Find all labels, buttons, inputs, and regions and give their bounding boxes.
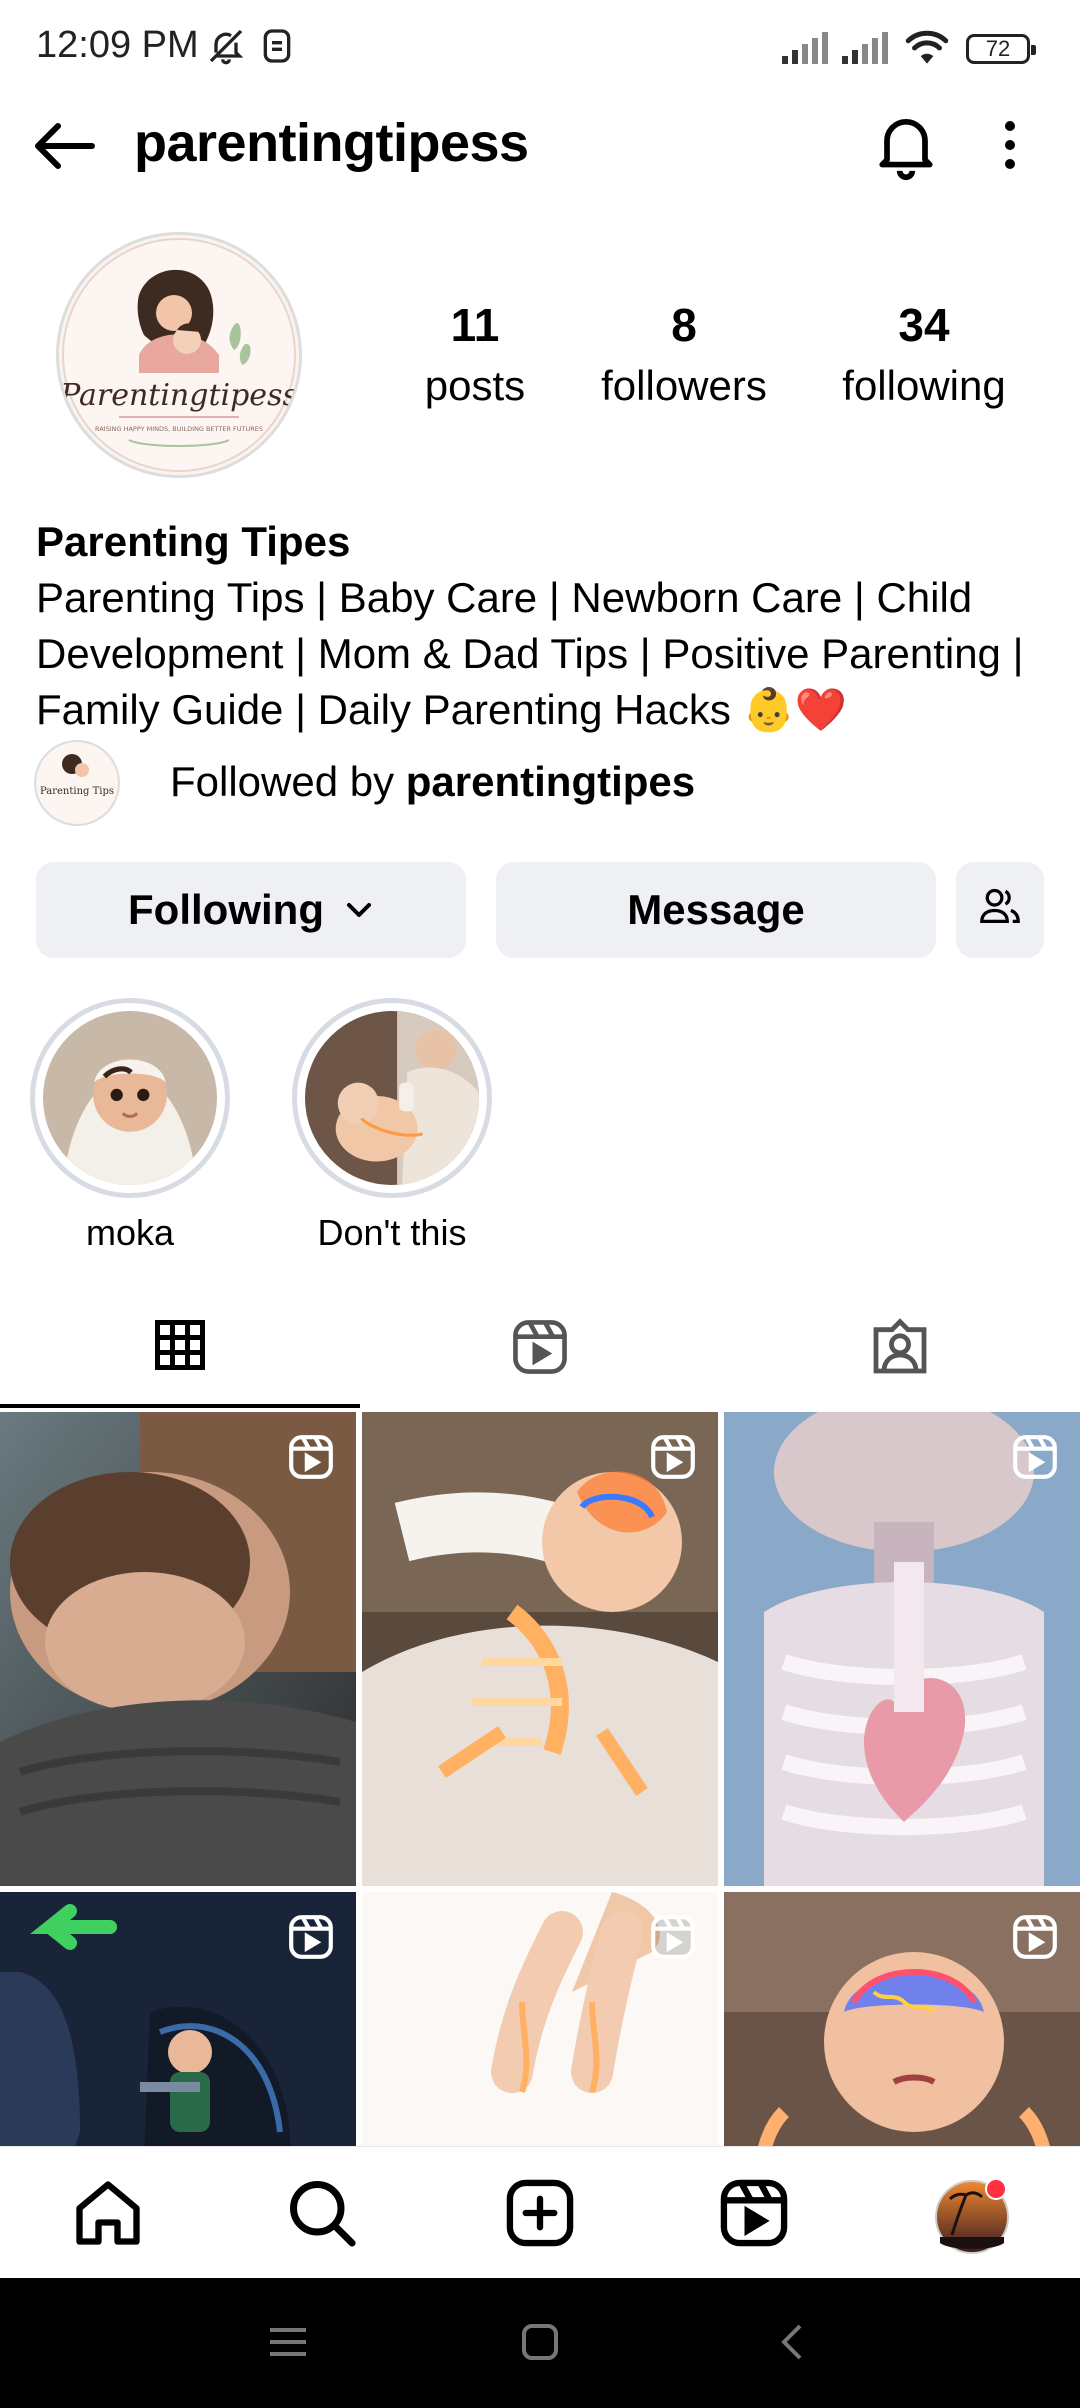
create-icon[interactable] (502, 2175, 578, 2251)
post-thumbnail[interactable] (724, 1412, 1080, 1886)
post-thumbnail[interactable] (362, 1892, 718, 2146)
home-square-icon[interactable] (520, 2322, 560, 2367)
highlight-label: moka (85, 1212, 175, 1253)
message-button[interactable]: Message (496, 862, 936, 958)
reel-badge-icon (1010, 1432, 1060, 1482)
mini-logo-text: Parenting Tips (40, 786, 114, 797)
status-bar: 12:09 PM 72 (0, 0, 1080, 100)
highlight-image (305, 1011, 479, 1185)
followed-by-text: Followed by parentingtipes (170, 758, 695, 806)
battery-icon: 72 (966, 34, 1036, 64)
tab-tagged[interactable] (720, 1290, 1080, 1408)
followed-by-row[interactable]: Parenting Tips Followed by parentingtipe… (34, 740, 1044, 826)
profile-avatar[interactable]: Parentingtipess RAISING HAPPY MINDS, BUI… (56, 232, 302, 478)
stat-number: 11 (450, 299, 500, 351)
bottom-nav (0, 2146, 1080, 2278)
status-time: 12:09 PM (36, 24, 199, 66)
stat-label: posts (424, 362, 526, 409)
highlight-label: Don't this (317, 1212, 467, 1253)
highlight-image (43, 1011, 217, 1185)
reel-badge-icon (286, 1912, 336, 1962)
bio-line: Parenting Tips | Baby Care | Newborn Car… (36, 574, 973, 621)
bell-icon[interactable] (868, 106, 944, 182)
wifi-icon (902, 26, 952, 73)
tab-posts[interactable] (0, 1290, 360, 1408)
highlight-item[interactable]: moka (30, 998, 230, 1254)
followed-by-prefix: Followed by (170, 758, 406, 805)
stat-followers[interactable]: 8 followers (584, 298, 784, 410)
highlight-item[interactable]: Don't this (292, 998, 492, 1254)
bio-line: Development | Mom & Dad Tips | Positive … (36, 630, 1024, 677)
signal-icon (842, 30, 892, 71)
menu-icon[interactable] (266, 2322, 310, 2367)
system-nav-bar (0, 2278, 1080, 2408)
stat-label: followers (601, 362, 767, 409)
tagged-icon (868, 1315, 932, 1384)
post-thumbnail[interactable] (0, 1412, 356, 1886)
chevron-down-icon (344, 900, 374, 920)
stat-following[interactable]: 34 following (824, 298, 1024, 410)
screenshot-icon (260, 26, 294, 71)
post-thumbnail[interactable] (724, 1892, 1080, 2146)
reels-icon (509, 1316, 571, 1383)
profile-tabs (0, 1290, 1080, 1408)
suggested-people-button[interactable] (956, 862, 1044, 958)
signal-icon (782, 30, 832, 71)
search-icon[interactable] (284, 2175, 360, 2251)
followed-by-avatar: Parenting Tips (34, 740, 120, 826)
following-button[interactable]: Following (36, 862, 466, 958)
back-triangle-icon[interactable] (776, 2320, 806, 2369)
post-thumbnail[interactable] (362, 1412, 718, 1886)
avatar-logo-text: Parentingtipess (59, 378, 298, 413)
posts-grid (0, 1412, 1080, 2146)
home-icon[interactable] (70, 2175, 146, 2251)
reel-badge-icon (1010, 1912, 1060, 1962)
profile-bio: Parenting Tipes Parenting Tips | Baby Ca… (36, 514, 1056, 738)
tab-reels[interactable] (360, 1290, 720, 1408)
stat-label: following (842, 362, 1006, 409)
highlight-ring (30, 998, 230, 1198)
more-vertical-icon[interactable] (990, 112, 1030, 178)
message-label: Message (627, 886, 805, 933)
following-label: Following (128, 886, 324, 933)
display-name: Parenting Tipes (36, 518, 351, 565)
bio-line: Family Guide | Daily Parenting Hacks 👶❤️ (36, 686, 848, 733)
reel-badge-icon (648, 1432, 698, 1482)
followed-by-name[interactable]: parentingtipes (406, 758, 695, 805)
post-thumbnail[interactable] (0, 1892, 356, 2146)
avatar-tagline: RAISING HAPPY MINDS, BUILDING BETTER FUT… (95, 425, 263, 433)
reel-badge-icon (648, 1912, 698, 1962)
add-people-icon (978, 885, 1022, 935)
profile-header: parentingtipess (0, 100, 1080, 190)
stat-number: 8 (671, 299, 697, 351)
back-arrow-icon[interactable] (30, 118, 100, 174)
reels-icon[interactable] (716, 2175, 792, 2251)
grid-icon (150, 1315, 210, 1380)
stat-number: 34 (898, 299, 950, 351)
profile-username: parentingtipess (134, 113, 529, 173)
stat-posts[interactable]: 11 posts (375, 298, 575, 410)
profile-avatar-nav[interactable] (932, 2175, 1012, 2255)
highlight-ring (292, 998, 492, 1198)
silent-bell-icon (206, 26, 246, 71)
reel-badge-icon (286, 1432, 336, 1482)
